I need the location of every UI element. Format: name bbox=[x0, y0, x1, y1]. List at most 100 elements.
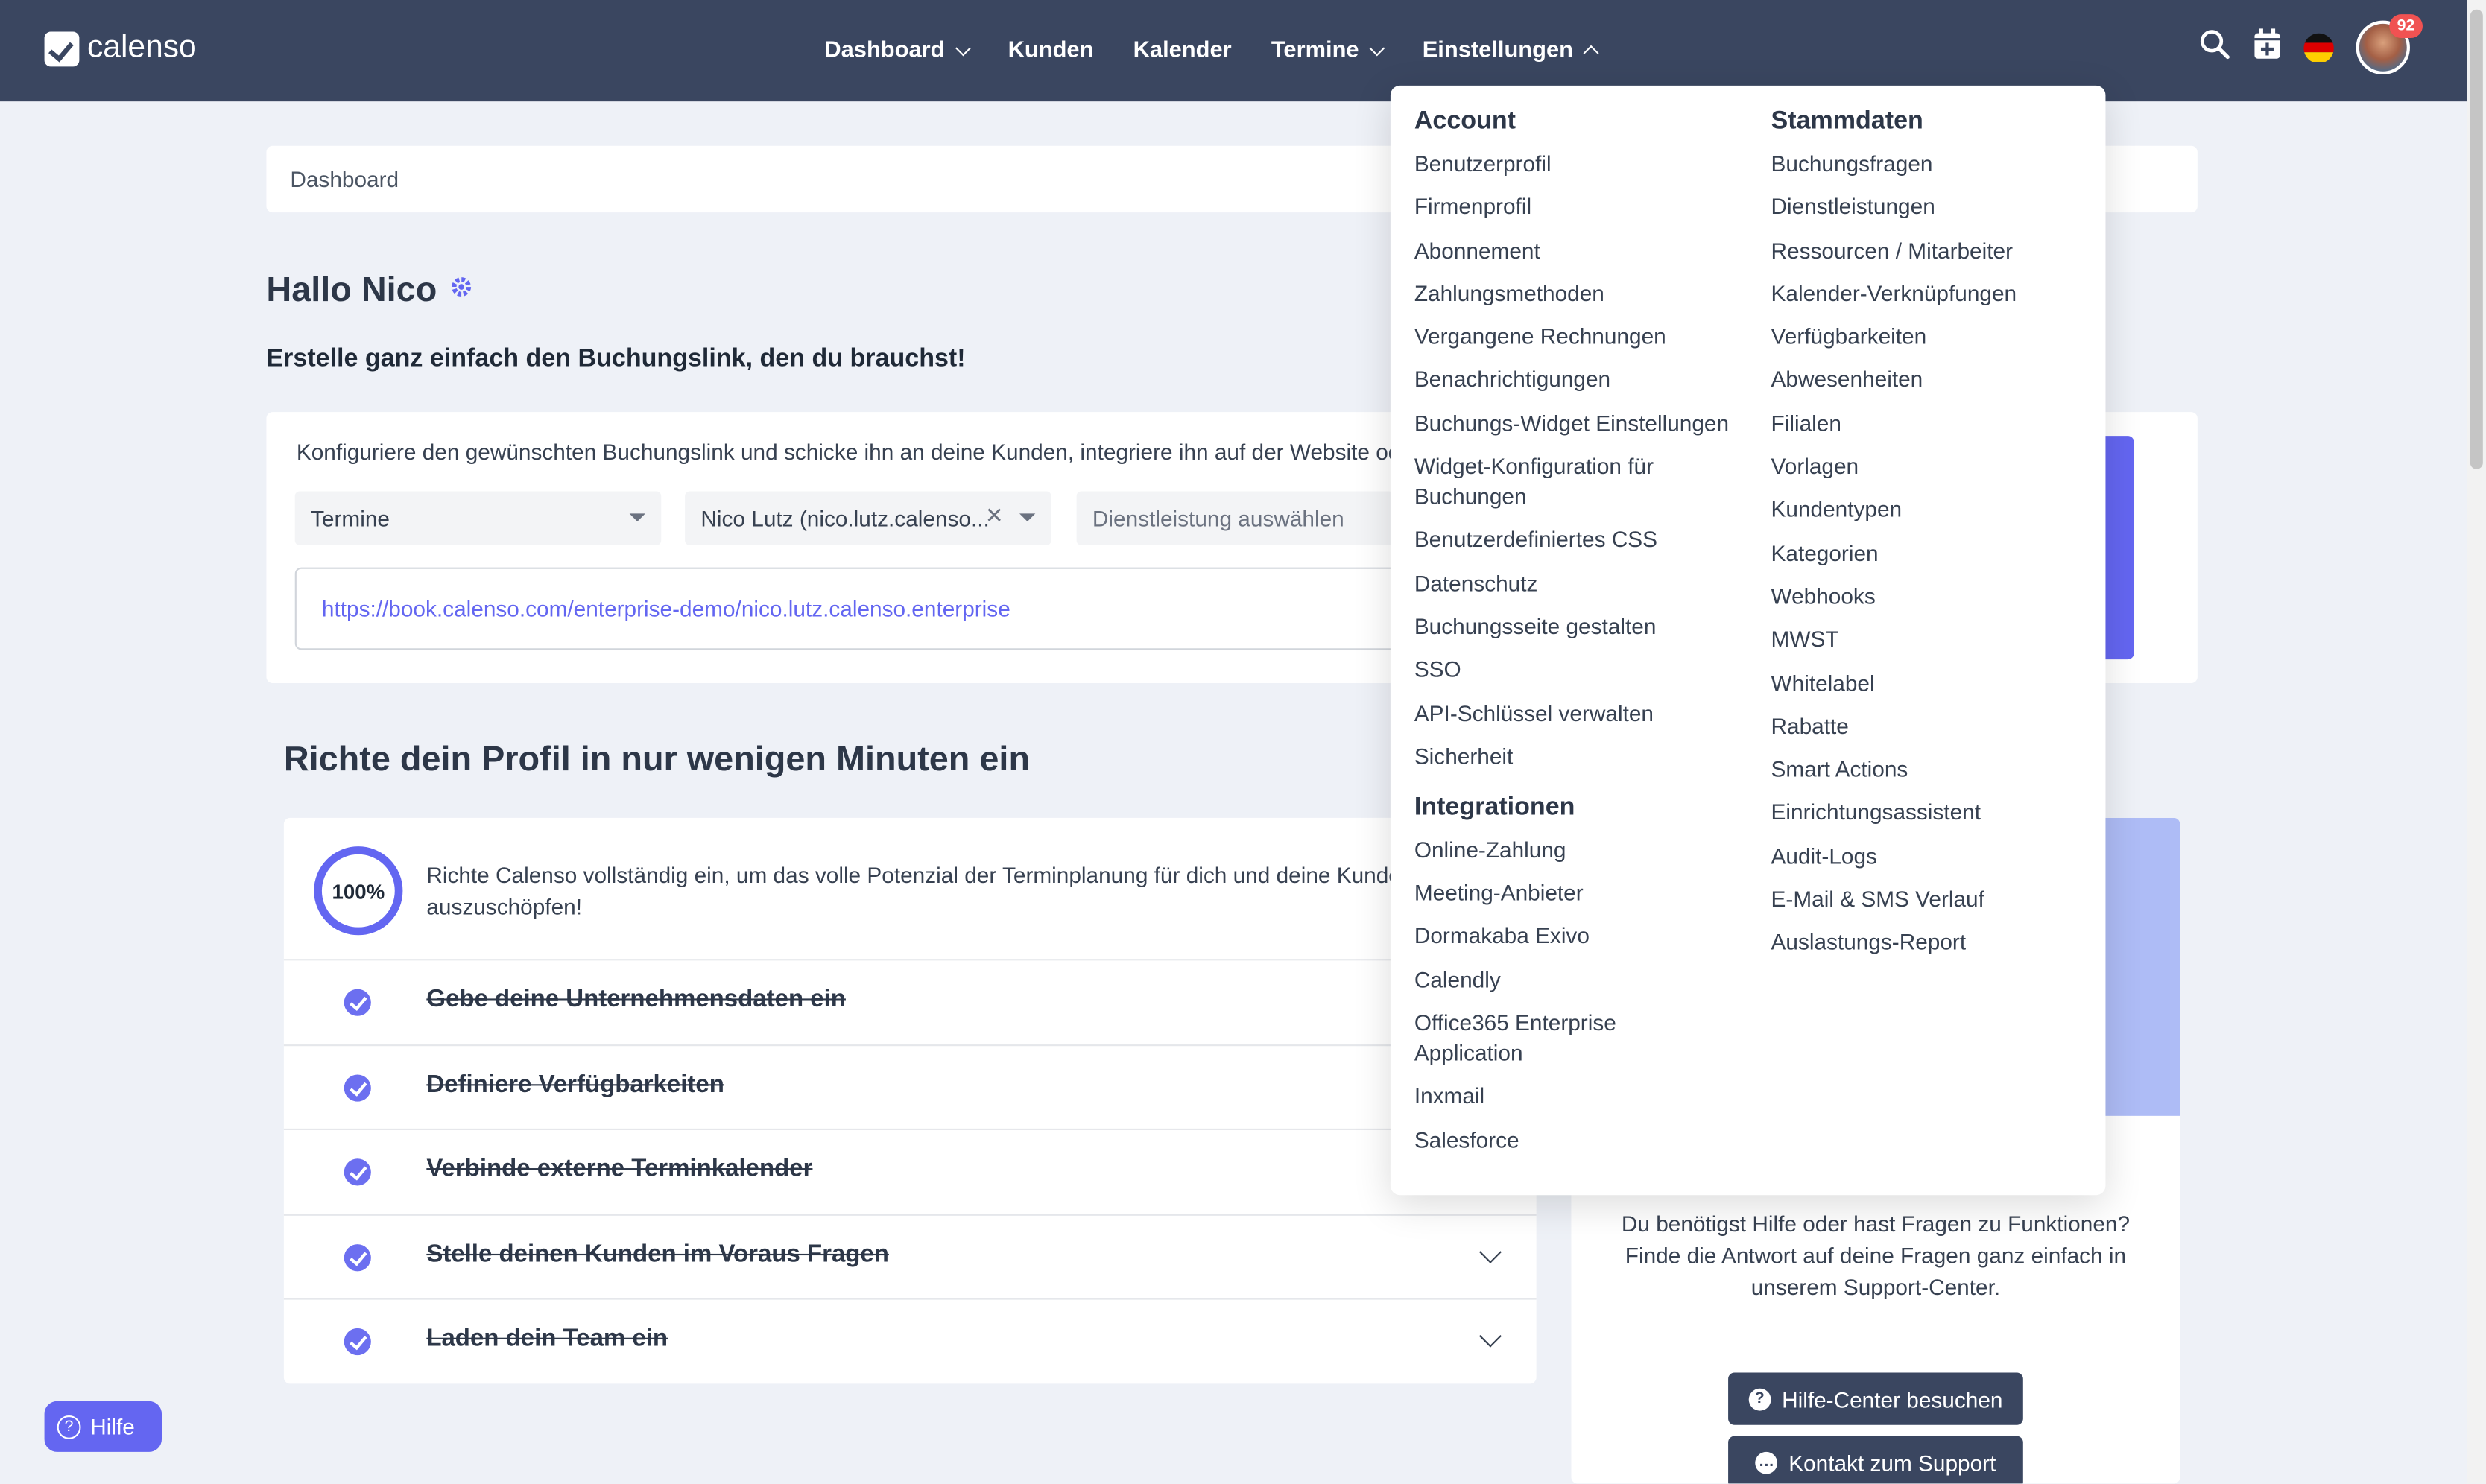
menu-item[interactable]: Vorlagen bbox=[1771, 452, 2089, 482]
menu-item[interactable]: Online-Zahlung bbox=[1414, 835, 1748, 865]
menu-item[interactable]: Firmenprofil bbox=[1414, 192, 1748, 222]
menu-item[interactable]: Salesforce bbox=[1414, 1125, 1748, 1155]
setup-title: Richte dein Profil in nur wenigen Minute… bbox=[283, 738, 1031, 779]
settings-dropdown-menu: Account Benutzerprofil Firmenprofil Abon… bbox=[1390, 85, 2106, 1196]
menu-item[interactable]: Zahlungsmethoden bbox=[1414, 279, 1748, 308]
checklist-label: Verbinde externe Terminkalender bbox=[426, 1155, 813, 1183]
menu-item[interactable]: E-Mail & SMS Verlauf bbox=[1771, 884, 2089, 914]
help-button[interactable]: ? Hilfe bbox=[44, 1401, 162, 1452]
menu-item[interactable]: Benutzerdefiniertes CSS bbox=[1414, 525, 1748, 555]
menu-item[interactable]: Kalender-Verknüpfungen bbox=[1771, 279, 2089, 308]
chevron-up-icon bbox=[1583, 45, 1600, 61]
menu-item[interactable]: API-Schlüssel verwalten bbox=[1414, 698, 1748, 728]
page-title: Hallo Nico bbox=[266, 270, 472, 311]
chevron-down-icon bbox=[955, 39, 971, 56]
menu-item[interactable]: Filialen bbox=[1771, 408, 2089, 438]
check-circle-icon bbox=[344, 1328, 371, 1356]
scrollbar-thumb[interactable] bbox=[2470, 9, 2483, 469]
service-select[interactable]: Dienstleistung auswählen bbox=[1076, 491, 1394, 545]
menu-item[interactable]: Whitelabel bbox=[1771, 668, 2089, 698]
notification-badge: 92 bbox=[2389, 14, 2423, 39]
menu-item[interactable]: Buchungsseite gestalten bbox=[1414, 612, 1748, 641]
menu-item[interactable]: Kategorien bbox=[1771, 539, 2089, 568]
help-center-button[interactable]: ? Hilfe-Center besuchen bbox=[1728, 1372, 2023, 1425]
menu-item[interactable]: Abwesenheiten bbox=[1771, 365, 2089, 395]
menu-item[interactable]: Audit-Logs bbox=[1771, 841, 2089, 871]
check-circle-icon bbox=[344, 989, 371, 1016]
avatar[interactable]: 92 bbox=[2356, 14, 2423, 74]
checklist-label: Definiere Verfügbarkeiten bbox=[426, 1071, 724, 1099]
menu-item[interactable]: Rabatte bbox=[1771, 711, 2089, 741]
menu-item[interactable]: Einrichtungsassistent bbox=[1771, 798, 2089, 828]
brand-name: calenso bbox=[87, 30, 197, 66]
nav-kunden[interactable]: Kunden bbox=[1008, 38, 1094, 63]
menu-item[interactable]: Benutzerprofil bbox=[1414, 149, 1748, 179]
menu-item[interactable]: Meeting-Anbieter bbox=[1414, 878, 1748, 908]
page-scrollbar[interactable] bbox=[2467, 0, 2486, 1484]
check-circle-icon bbox=[344, 1158, 371, 1186]
type-select[interactable]: Termine bbox=[294, 491, 662, 545]
support-illustration bbox=[2104, 817, 2180, 1116]
menu-item[interactable]: Kundentypen bbox=[1771, 495, 2089, 525]
menu-item[interactable]: Dormakaba Exivo bbox=[1414, 922, 1748, 951]
menu-item[interactable]: Sicherheit bbox=[1414, 741, 1748, 771]
checklist-row[interactable]: Stelle deinen Kunden im Voraus Fragen bbox=[283, 1214, 1537, 1298]
progress-circle: 100% bbox=[314, 846, 403, 936]
integrations-heading: Integrationen bbox=[1414, 793, 1575, 821]
menu-item[interactable]: Vergangene Rechnungen bbox=[1414, 322, 1748, 352]
menu-item[interactable]: Verfügbarkeiten bbox=[1771, 322, 2089, 352]
calendar-add-icon[interactable] bbox=[2253, 28, 2281, 67]
checklist-label: Laden dein Team ein bbox=[426, 1325, 668, 1352]
menu-item[interactable]: Datenschutz bbox=[1414, 568, 1748, 598]
nav-kunden-label: Kunden bbox=[1008, 38, 1094, 64]
nav-termine[interactable]: Termine bbox=[1271, 38, 1385, 64]
checklist-row[interactable]: Gebe deine Unternehmensdaten ein bbox=[283, 959, 1537, 1043]
german-flag-icon[interactable] bbox=[2303, 32, 2334, 63]
caret-down-icon bbox=[1019, 513, 1036, 521]
menu-item[interactable]: SSO bbox=[1414, 655, 1748, 685]
menu-item[interactable]: Smart Actions bbox=[1771, 755, 2089, 784]
nav-dashboard-label: Dashboard bbox=[824, 38, 945, 64]
menu-item[interactable]: MWST bbox=[1771, 625, 2089, 655]
checklist-label: Stelle deinen Kunden im Voraus Fragen bbox=[426, 1240, 889, 1269]
menu-item[interactable]: Calendly bbox=[1414, 965, 1748, 995]
checklist-row[interactable]: Laden dein Team ein bbox=[283, 1298, 1537, 1383]
nav-termine-label: Termine bbox=[1271, 38, 1359, 64]
menu-item[interactable]: Webhooks bbox=[1771, 582, 2089, 612]
check-circle-icon bbox=[344, 1074, 371, 1102]
setup-intro: Richte Calenso vollständig ein, um das v… bbox=[426, 862, 1414, 920]
checklist-row[interactable]: Definiere Verfügbarkeiten bbox=[283, 1044, 1537, 1129]
menu-item[interactable]: Buchungsfragen bbox=[1771, 149, 2089, 179]
menu-item[interactable]: Widget-Konfiguration für Buchungen bbox=[1414, 452, 1684, 513]
menu-item[interactable]: Dienstleistungen bbox=[1771, 192, 2089, 222]
menu-item[interactable]: Benachrichtigungen bbox=[1414, 365, 1748, 395]
help-label: Hilfe bbox=[90, 1413, 135, 1439]
menu-item[interactable]: Office365 Enterprise Application bbox=[1414, 1008, 1636, 1068]
worker-select[interactable]: Nico Lutz (nico.lutz.calenso... ✕ bbox=[685, 491, 1051, 545]
menu-item[interactable]: Auslastungs-Report bbox=[1771, 928, 2089, 957]
account-column: Account Benutzerprofil Firmenprofil Abon… bbox=[1414, 108, 1748, 1168]
chevron-down-icon[interactable] bbox=[1478, 1325, 1502, 1348]
gear-icon[interactable] bbox=[449, 275, 472, 305]
copy-link-button[interactable] bbox=[2102, 436, 2134, 660]
calenso-logo[interactable]: calenso bbox=[44, 30, 197, 66]
menu-item[interactable]: Ressourcen / Mitarbeiter bbox=[1771, 235, 2089, 265]
menu-item[interactable]: Abonnement bbox=[1414, 235, 1748, 265]
contact-support-button[interactable]: … Kontakt zum Support bbox=[1728, 1436, 2023, 1484]
menu-item[interactable]: Inxmail bbox=[1414, 1082, 1748, 1112]
nav-einstellungen[interactable]: Einstellungen bbox=[1423, 38, 1600, 63]
menu-item[interactable]: Buchungs-Widget Einstellungen bbox=[1414, 408, 1748, 438]
question-icon: ? bbox=[57, 1414, 81, 1439]
search-icon[interactable] bbox=[2199, 28, 2231, 67]
chevron-down-icon[interactable] bbox=[1478, 1240, 1502, 1263]
master-data-column: Stammdaten Buchungsfragen Dienstleistung… bbox=[1771, 108, 2089, 971]
checklist-row[interactable]: Verbinde externe Terminkalender bbox=[283, 1128, 1537, 1213]
question-icon: ? bbox=[1748, 1387, 1771, 1410]
nav-kalender[interactable]: Kalender bbox=[1133, 38, 1232, 63]
clear-icon[interactable]: ✕ bbox=[985, 502, 1004, 529]
topbar-actions: 92 bbox=[2177, 14, 2423, 74]
account-heading: Account bbox=[1414, 107, 1516, 135]
service-select-placeholder: Dienstleistung auswählen bbox=[1092, 505, 1344, 531]
caret-down-icon bbox=[629, 513, 645, 521]
nav-dashboard[interactable]: Dashboard bbox=[824, 38, 971, 64]
